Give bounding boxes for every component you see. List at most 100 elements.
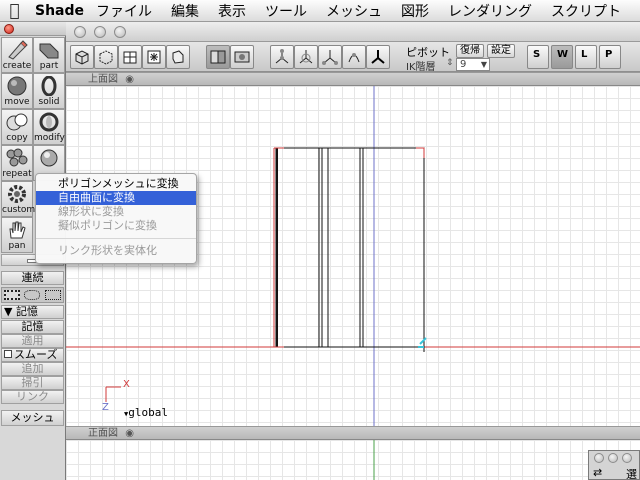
- smooth-checkbox-box[interactable]: [4, 350, 12, 358]
- add-button[interactable]: 追加: [1, 362, 64, 376]
- joint-ball-button[interactable]: [270, 45, 294, 69]
- palette-close-button[interactable]: [4, 24, 14, 34]
- axis-w-button[interactable]: W: [551, 45, 573, 69]
- menu-item-convert-free-surface[interactable]: 自由曲面に変換: [36, 191, 196, 205]
- restore-button[interactable]: 復帰: [456, 44, 484, 58]
- front-view-header: 正面図 ◉: [66, 426, 640, 440]
- tool-custom[interactable]: custom: [1, 181, 36, 217]
- joint-ball-icon: [275, 49, 289, 64]
- smooth-checkbox[interactable]: スムーズ: [1, 348, 64, 362]
- view-eye-icon[interactable]: ◉: [125, 74, 134, 85]
- mini-zoom-button[interactable]: [622, 453, 632, 463]
- tool-copy[interactable]: copy: [1, 109, 33, 145]
- menu-item-convert-polygon-mesh[interactable]: ポリゴンメッシュに変換: [36, 177, 196, 191]
- joint-scale-button[interactable]: [318, 45, 342, 69]
- view-toolbar: ピボット 復帰 設定 IK階層 ⇕ 9 ▼ S W L P: [66, 42, 640, 73]
- menu-edit[interactable]: 編集: [171, 1, 199, 21]
- arrows-icon[interactable]: ⇄: [593, 466, 602, 479]
- joint-scale-icon: [322, 50, 338, 65]
- lasso-select-icon[interactable]: [24, 290, 40, 300]
- tool-custom-label: custom: [2, 205, 36, 215]
- light-button[interactable]: [142, 45, 166, 69]
- link-button[interactable]: リンク: [1, 390, 64, 404]
- convert-context-menu: ポリゴンメッシュに変換 自由曲面に変換 線形状に変換 擬似ポリゴンに変換 リンク…: [35, 173, 197, 264]
- window-close-button[interactable]: [74, 26, 86, 38]
- tool-solid[interactable]: solid: [33, 73, 65, 109]
- memory-button[interactable]: 記憶: [1, 320, 64, 334]
- mini-close-button[interactable]: [594, 453, 604, 463]
- front-view-eye-icon[interactable]: ◉: [125, 428, 134, 439]
- selected-object[interactable]: [273, 147, 427, 352]
- tool-pan[interactable]: pan: [1, 217, 33, 253]
- mini-window-label: 選: [626, 468, 637, 480]
- ik-hierarchy-label: IK階層: [406, 62, 436, 73]
- joint-axis-button[interactable]: [366, 45, 390, 69]
- ik-hierarchy-field[interactable]: 9 ▼: [456, 58, 490, 71]
- selection-mode-bar: [1, 287, 64, 303]
- tool-repeat[interactable]: repeat: [1, 145, 33, 181]
- part-icon: [39, 43, 59, 59]
- shaded-cube-icon: [75, 50, 89, 65]
- memory-section-header[interactable]: ▼ 記憶: [1, 305, 64, 319]
- joint-rotate-button[interactable]: [294, 45, 318, 69]
- repeat-spheres-icon: [6, 148, 28, 167]
- camera-view-icon: [234, 51, 250, 63]
- coordinate-mode-selector[interactable]: ▼global: [124, 406, 168, 419]
- palette-titlebar: [0, 22, 66, 36]
- axis-s-button[interactable]: S: [527, 45, 549, 69]
- axis-l-button[interactable]: L: [575, 45, 597, 69]
- front-view-title: 正面図: [88, 428, 118, 439]
- axis-p-label: P: [605, 49, 613, 60]
- menu-item-realize-link[interactable]: リンク形状を実体化: [36, 244, 196, 258]
- menu-separator: [36, 238, 196, 239]
- shaded-cube-button[interactable]: [70, 45, 94, 69]
- menubar:  Shade ファイル 編集 表示 ツール メッシュ 図形 レンダリング スク…: [0, 0, 640, 22]
- move-sphere-icon: [7, 76, 27, 96]
- tool-create[interactable]: create: [1, 37, 33, 73]
- menu-item-convert-pseudo-polygon[interactable]: 擬似ポリゴンに変換: [36, 219, 196, 233]
- menu-file[interactable]: ファイル: [96, 1, 152, 21]
- solid-ring-icon: [41, 76, 57, 96]
- tool-modify[interactable]: modify: [33, 109, 65, 145]
- wire-cube-button[interactable]: [94, 45, 118, 69]
- box-button[interactable]: [118, 45, 142, 69]
- ik-dropdown-icon: ▼: [480, 60, 487, 69]
- window-minimize-button[interactable]: [94, 26, 106, 38]
- coordinate-mode-label: global: [128, 406, 168, 419]
- object-button[interactable]: [166, 45, 190, 69]
- render-view-button[interactable]: [206, 45, 230, 69]
- menu-item-convert-line[interactable]: 線形状に変換: [36, 205, 196, 219]
- tool-move[interactable]: move: [1, 73, 33, 109]
- subtract-button[interactable]: 掃引: [1, 376, 64, 390]
- axis-p-button[interactable]: P: [599, 45, 621, 69]
- axis-x-label: X: [123, 379, 130, 390]
- axis-z-label: Z: [102, 402, 109, 413]
- front-view-canvas[interactable]: [66, 440, 640, 480]
- smooth-label: スムーズ: [14, 348, 58, 361]
- tool-copy-label: copy: [6, 133, 28, 143]
- apply-button[interactable]: 適用: [1, 334, 64, 348]
- joint-path-button[interactable]: [342, 45, 366, 69]
- top-view-header: 上面図 ◉: [66, 72, 640, 86]
- menu-mesh[interactable]: メッシュ: [326, 1, 382, 21]
- camera-view-button[interactable]: [230, 45, 254, 69]
- apple-icon[interactable]: : [0, 0, 29, 22]
- brush-select-icon[interactable]: [45, 290, 61, 300]
- rect-select-icon[interactable]: [4, 290, 20, 300]
- mesh-button[interactable]: メッシュ: [1, 410, 64, 426]
- app-name-menu[interactable]: Shade: [35, 3, 84, 19]
- menu-rendering[interactable]: レンダリング: [448, 1, 532, 21]
- copy-spheres-icon: [6, 113, 28, 131]
- tool-part[interactable]: part: [33, 37, 65, 73]
- menu-script[interactable]: スクリプト: [551, 1, 621, 21]
- window-zoom-button[interactable]: [114, 26, 126, 38]
- ik-stepper-icon[interactable]: ⇕: [446, 58, 454, 68]
- menu-tools[interactable]: ツール: [265, 1, 307, 21]
- axis-l-label: L: [581, 49, 588, 60]
- continue-button[interactable]: 連続: [1, 271, 64, 285]
- settings-button[interactable]: 設定: [487, 44, 515, 58]
- menu-view[interactable]: 表示: [218, 1, 246, 21]
- pencil-icon: [8, 40, 28, 60]
- menu-shape[interactable]: 図形: [401, 1, 429, 21]
- mini-minimize-button[interactable]: [608, 453, 618, 463]
